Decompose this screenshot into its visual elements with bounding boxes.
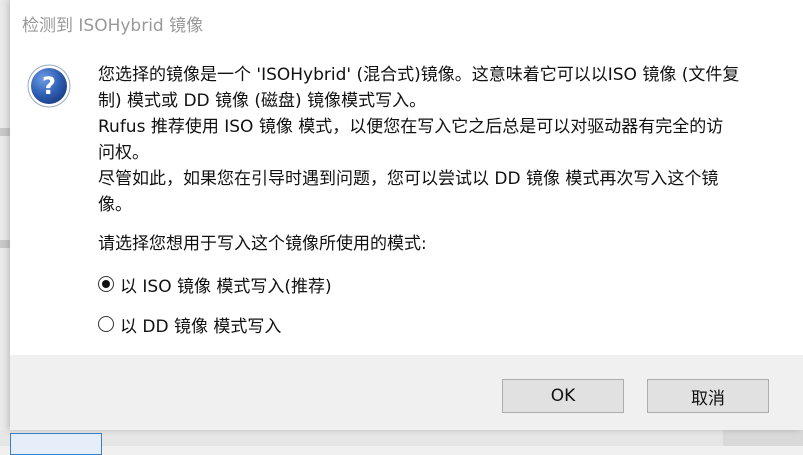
- background-button: [10, 433, 102, 455]
- background-bottom-strip: [0, 430, 803, 446]
- message-line: Rufus 推荐使用 ISO 镜像 模式，以便您在写入它之后总是可以对驱动器有完…: [98, 117, 724, 137]
- ok-button[interactable]: OK: [502, 379, 624, 413]
- isohybrid-dialog: 检测到 ISOHybrid 镜像 ? 您选择的镜像是一个 'ISOHybrid'…: [10, 0, 803, 430]
- dd-mode-label[interactable]: 以 DD 镜像 模式写入: [120, 312, 281, 337]
- svg-text:?: ?: [42, 72, 56, 100]
- dialog-content: ? 您选择的镜像是一个 'ISOHybrid' (混合式)镜像。这意味着它可以以…: [10, 42, 803, 355]
- dialog-titlebar[interactable]: 检测到 ISOHybrid 镜像: [10, 0, 803, 42]
- question-icon: ?: [27, 64, 71, 108]
- iso-mode-radio[interactable]: [98, 276, 114, 292]
- iso-mode-label[interactable]: 以 ISO 镜像 模式写入(推荐): [120, 272, 332, 297]
- dialog-title: 检测到 ISOHybrid 镜像: [22, 16, 204, 36]
- message-line: 尽管如此，如果您在引导时遇到问题，您可以尝试以 DD 镜像 模式再次写入这个镜: [98, 169, 719, 189]
- message-line: 您选择的镜像是一个 'ISOHybrid' (混合式)镜像。这意味着它可以以IS…: [98, 65, 740, 85]
- mode-prompt: 请选择您想用于写入这个镜像所使用的模式:: [98, 234, 427, 254]
- cancel-button[interactable]: 取消: [647, 379, 769, 413]
- iso-mode-option[interactable]: 以 ISO 镜像 模式写入(推荐): [98, 272, 332, 297]
- message-line: 问权。: [98, 143, 149, 163]
- message-line: 像。: [98, 195, 132, 215]
- message-line: 制) 模式或 DD 镜像 (磁盘) 镜像模式写入。: [98, 91, 427, 111]
- background-panel: [723, 430, 803, 446]
- dd-mode-radio[interactable]: [98, 316, 114, 332]
- dd-mode-option[interactable]: 以 DD 镜像 模式写入: [98, 312, 281, 337]
- dialog-footer: OK 取消: [10, 355, 803, 430]
- dialog-message: 您选择的镜像是一个 'ISOHybrid' (混合式)镜像。这意味着它可以以IS…: [98, 62, 788, 218]
